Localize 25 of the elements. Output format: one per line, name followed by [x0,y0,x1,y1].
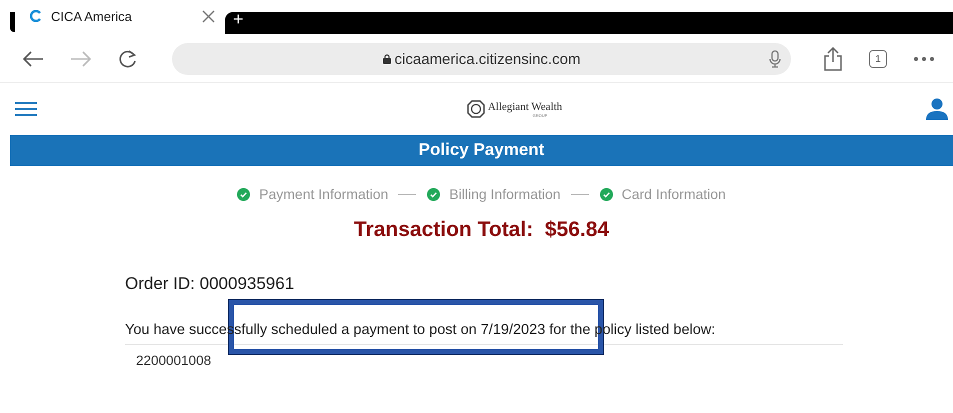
transaction-total: Transaction Total: $56.84 [352,217,610,243]
new-tab-button[interactable]: + [233,12,244,26]
menu-icon[interactable] [15,101,37,117]
policy-number: 2200001008 [135,352,212,368]
step-label: Payment Information [259,186,388,202]
share-icon[interactable] [823,47,843,71]
site-icon [30,10,42,22]
page-title-bar: Policy Payment [10,135,953,166]
tab-title: CICA America [51,8,133,24]
order-id: Order ID: 0000935961 [125,274,296,295]
reload-icon[interactable] [118,49,138,69]
step-label: Card Information [622,186,726,202]
step-label: Billing Information [449,186,561,202]
close-icon[interactable] [202,10,215,22]
lock-icon [382,54,391,64]
microphone-icon[interactable] [769,50,781,68]
address-bar[interactable]: cicaamerica.citizensinc.com [172,43,791,75]
tab-edge [10,12,15,32]
back-icon[interactable] [22,51,44,67]
user-icon[interactable] [926,98,948,120]
more-icon[interactable] [913,56,935,62]
tab-count-button[interactable]: 1 [869,50,887,68]
emblem-icon [466,100,485,118]
url-text: cicaamerica.citizensinc.com [394,50,580,68]
logo-text: Allegiant Wealth [488,100,562,112]
